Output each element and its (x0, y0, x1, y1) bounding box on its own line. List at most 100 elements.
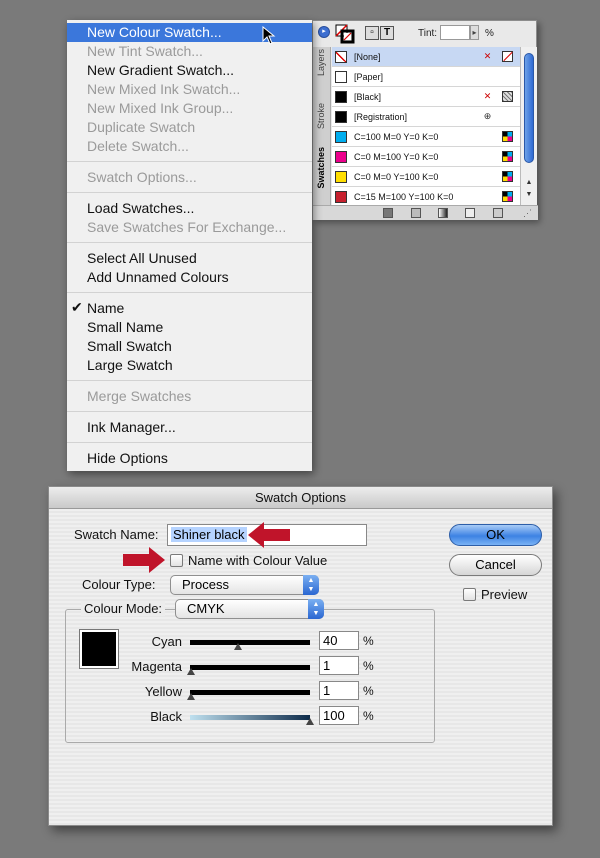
swatch-row[interactable]: [Black] ✕ (332, 87, 520, 107)
slider-value-input[interactable]: 1 (319, 656, 359, 675)
swatch-chip (335, 51, 347, 63)
swatch-row[interactable]: C=0 M=100 Y=0 K=0 (332, 147, 520, 167)
cmyk-mode-icon (502, 191, 513, 202)
swatch-chip (335, 191, 347, 203)
menu-item[interactable]: Hide Options (67, 449, 312, 468)
panel-flyout-menu: New Colour Swatch... New Tint Swatch... Ne… (67, 20, 312, 471)
preview-label: Preview (481, 587, 528, 602)
menu-separator (67, 292, 312, 293)
container-mode-icon[interactable]: ▫ (365, 26, 379, 40)
tab-layers[interactable]: Layers (316, 49, 326, 76)
menu-item[interactable]: Name (67, 299, 312, 318)
swatch-name-label: Swatch Name: (74, 527, 159, 542)
colour-mode-value: CMYK (187, 601, 225, 616)
resize-grip-icon[interactable]: ⋰ (523, 208, 532, 219)
show-colour-swatches-icon[interactable] (411, 208, 421, 218)
menu-item: Swatch Options... (87, 169, 197, 185)
slider-thumb[interactable] (187, 693, 196, 700)
non-editable-icon: ✕ (483, 51, 492, 61)
swatch-row[interactable]: [None] ✕ (332, 47, 520, 67)
slider-thumb[interactable] (306, 718, 314, 725)
swatches-panel: ▸ ▫ T Tint: ▸ % Swatches Stroke Layers [… (312, 20, 538, 220)
swatch-chip (335, 151, 347, 163)
swatch-name: C=15 M=100 Y=100 K=0 (354, 192, 454, 202)
checkmark-icon: ✔ (71, 299, 83, 315)
colour-type-select[interactable]: Process ▲ ▼ (170, 575, 319, 595)
panel-tabs: Swatches Stroke Layers (313, 47, 331, 205)
name-with-colour-checkbox[interactable] (170, 554, 183, 567)
swatch-row[interactable]: [Paper] (332, 67, 520, 87)
swatch-row[interactable]: C=0 M=0 Y=100 K=0 (332, 167, 520, 187)
swatch-row[interactable]: [Registration] ⊕ (332, 107, 520, 127)
swatches-toolbar: ▸ ▫ T Tint: ▸ % (313, 21, 538, 47)
slider-value-input[interactable]: 100 (319, 706, 359, 725)
menu-separator (67, 380, 312, 381)
cmyk-mode-icon (502, 131, 513, 142)
swatch-name: C=0 M=0 Y=100 K=0 (354, 172, 439, 182)
menu-item[interactable]: Small Swatch (67, 337, 312, 356)
swatch-chip (335, 131, 347, 143)
swatch-list-scrollbar[interactable]: ▲ ▼ (520, 47, 537, 205)
registration-icon: ⊕ (483, 111, 492, 121)
scroll-thumb[interactable] (524, 53, 534, 163)
slider-track[interactable] (190, 690, 310, 695)
swatch-name: [Registration] (354, 112, 408, 122)
show-all-swatches-icon[interactable] (383, 208, 393, 218)
swatch-options-dialog: Swatch Options Swatch Name: Shiner black… (48, 486, 553, 826)
menu-item[interactable]: Add Unnamed Colours (67, 268, 312, 287)
show-gradient-swatches-icon[interactable] (438, 208, 448, 218)
slider-value-input[interactable]: 1 (319, 681, 359, 700)
menu-item[interactable]: Load Swatches... (67, 199, 312, 218)
menu-separator (67, 442, 312, 443)
preview-checkbox[interactable] (463, 588, 476, 601)
tint-stepper-icon[interactable]: ▸ (470, 25, 479, 40)
swatch-row[interactable]: C=100 M=0 Y=0 K=0 (332, 127, 520, 147)
fill-stroke-icon[interactable] (335, 24, 355, 44)
new-swatch-icon[interactable] (465, 208, 475, 218)
slider-thumb[interactable] (234, 643, 242, 650)
tab-swatches[interactable]: Swatches (316, 147, 326, 189)
menu-item: Delete Swatch... (87, 138, 189, 154)
cmyk-mode-icon (502, 151, 513, 162)
scroll-up-icon[interactable]: ▲ (524, 179, 534, 186)
colour-mode-group (65, 609, 435, 743)
delete-swatch-icon[interactable] (493, 208, 503, 218)
slider-value-input[interactable]: 40 (319, 631, 359, 650)
dialog-title: Swatch Options (49, 487, 552, 509)
tab-stroke[interactable]: Stroke (316, 103, 326, 129)
percent-unit: % (363, 634, 374, 648)
menu-separator (67, 411, 312, 412)
menu-item[interactable]: Large Swatch (67, 356, 312, 375)
scroll-down-icon[interactable]: ▼ (524, 191, 534, 198)
cancel-button[interactable]: Cancel (449, 554, 542, 576)
annotation-arrow-left-icon (248, 522, 290, 548)
menu-item[interactable]: Select All Unused (67, 249, 312, 268)
swatch-row[interactable]: C=15 M=100 Y=100 K=0 (332, 187, 520, 205)
colour-mode-select[interactable]: CMYK ▲ ▼ (175, 599, 324, 619)
tint-label: Tint: (418, 28, 438, 39)
swatch-chip (335, 171, 347, 183)
slider-track[interactable] (190, 665, 310, 670)
menu-item[interactable]: Ink Manager... (67, 418, 312, 437)
swatch-name: [None] (354, 52, 381, 62)
ok-button[interactable]: OK (449, 524, 542, 546)
menu-item[interactable]: New Gradient Swatch... (67, 61, 312, 80)
menu-separator (67, 192, 312, 193)
non-editable-icon: ✕ (483, 91, 492, 101)
menu-separator (67, 161, 312, 162)
colour-type-value: Process (182, 577, 229, 592)
slider-thumb[interactable] (187, 668, 196, 675)
none-swatch-icon (502, 51, 513, 62)
menu-item[interactable]: Small Name (67, 318, 312, 337)
annotation-arrow-right-icon (123, 547, 165, 573)
panel-bottom-bar: ⋰ (313, 205, 538, 220)
panel-menu-button[interactable]: ▸ (318, 26, 330, 38)
slider-track[interactable] (190, 715, 310, 720)
text-mode-icon[interactable]: T (380, 26, 394, 40)
slider-track[interactable] (190, 640, 310, 645)
process-colour-icon (502, 91, 513, 102)
colour-type-label: Colour Type: (82, 577, 156, 592)
menu-item: Duplicate Swatch (87, 119, 196, 135)
tint-input[interactable] (440, 25, 470, 40)
percent-unit: % (363, 684, 374, 698)
